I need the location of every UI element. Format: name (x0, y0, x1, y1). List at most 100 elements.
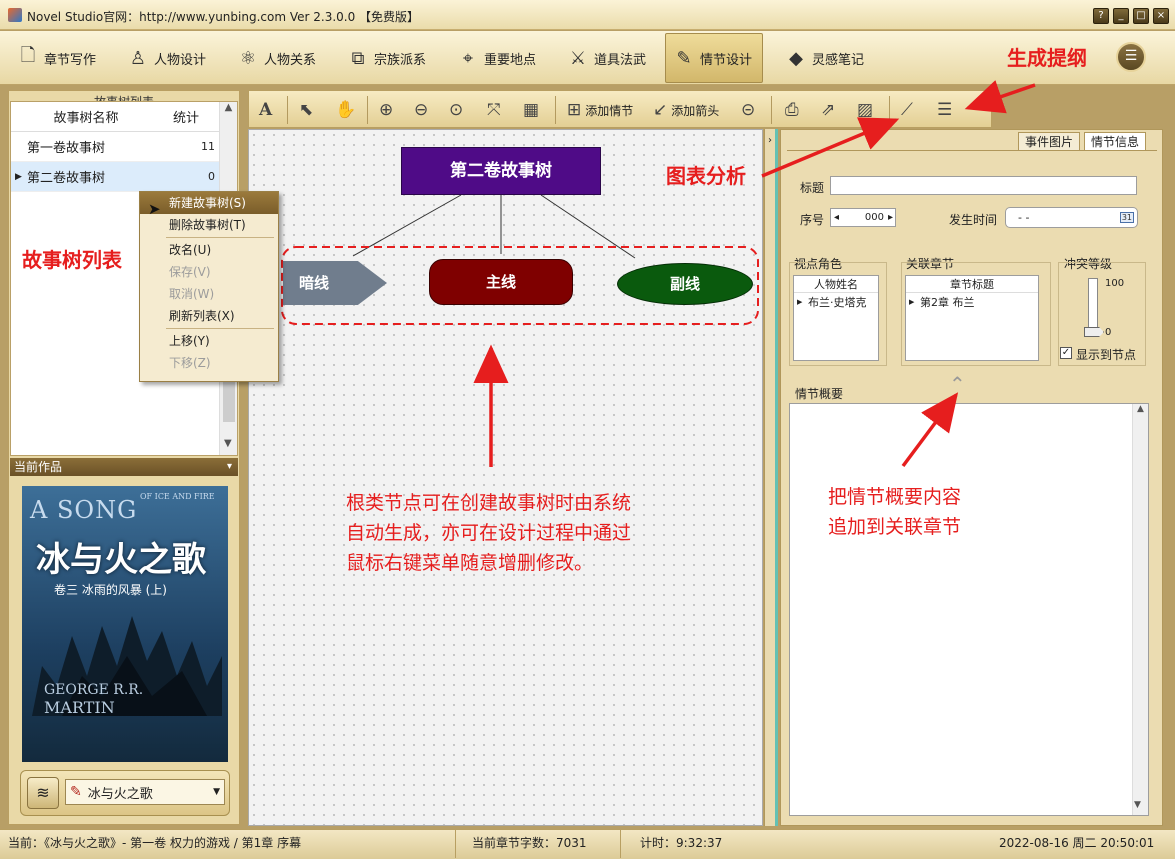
tree-name: 第一卷故事树 (27, 141, 106, 156)
add-arrow-button[interactable]: ↙ 添加箭头 (653, 96, 719, 124)
work-selector-bar: ≋ ✎ 冰与火之歌 ▼ (20, 770, 230, 816)
grid-button[interactable]: ▦ (523, 96, 539, 124)
menu-item-cancel[interactable]: 取消(W) (140, 283, 278, 305)
menu-character-design[interactable]: ♙ 人物设计 (120, 33, 214, 83)
title-bar: Novel Studio官网：http://www.yunbing.com Ve… (0, 0, 1175, 30)
restore-button[interactable]: □ (1133, 8, 1149, 24)
minimize-button[interactable]: _ (1113, 8, 1129, 24)
select-tool-button[interactable]: ⬉ (299, 96, 313, 124)
zoom-actual-icon: ⊙ (449, 100, 464, 120)
print-button[interactable]: ⎙ (785, 96, 799, 124)
design-canvas[interactable]: 第二卷故事树 暗线 主线 副线 (248, 129, 763, 826)
work-select[interactable]: ✎ 冰与火之歌 ▼ (65, 779, 225, 805)
help-button[interactable]: ? (1093, 8, 1109, 24)
main-menu: 🗋 章节写作 ♙ 人物设计 ⚛ 人物关系 ⧉ 宗族派系 ⌖ 重要地点 ⚔ 道具法武 ✎ 情节设… (0, 31, 1175, 85)
root-node[interactable]: 第二卷故事树 (401, 147, 601, 195)
toolbar-separator (287, 96, 288, 124)
menu-chapter-writing[interactable]: 🗋 章节写作 (10, 33, 104, 83)
zoom-out-button[interactable]: ⊖ (414, 96, 428, 124)
tree-name: 第二卷故事树 (27, 171, 106, 186)
menu-label: 人物设计 (154, 52, 207, 68)
tab-plot-info[interactable]: 情节信息 (1084, 132, 1147, 150)
diamond-icon: ◆ (789, 47, 803, 69)
increment-icon[interactable]: ▸ (888, 212, 893, 223)
seq-stepper[interactable]: ◂ 000 ▸ (830, 208, 896, 227)
work-select-value: 冰与火之歌 (87, 786, 153, 802)
list-item[interactable]: ▶ 布兰·史塔克 (794, 293, 878, 311)
menu-item-new-tree[interactable]: 新建故事树(S) (140, 192, 278, 214)
menu-clans[interactable]: ⧉ 宗族派系 (340, 33, 434, 83)
chevron-right-icon[interactable]: › (768, 135, 772, 146)
export-button[interactable]: ⇗ (821, 96, 835, 124)
tree-count: 11 (201, 140, 215, 153)
menu-item-move-up[interactable]: 上移(Y) (140, 330, 278, 352)
scroll-down-icon[interactable]: ▼ (224, 438, 232, 449)
table-header: 故事树名称 统计 (11, 102, 237, 132)
toolbar-separator (771, 96, 772, 124)
menu-label: 道具法武 (594, 52, 647, 68)
menu-item-rename[interactable]: 改名(U) (140, 239, 278, 261)
table-row[interactable]: ▶ 第二卷故事树 0 (11, 162, 237, 192)
scroll-up-icon[interactable]: ▲ (220, 102, 237, 113)
menu-label: 宗族派系 (374, 52, 427, 68)
cover-author2: MARTIN (44, 698, 115, 717)
menu-item-save[interactable]: 保存(V) (140, 261, 278, 283)
sub-line-node[interactable]: 副线 (617, 263, 753, 305)
image-button[interactable]: ▨ (857, 96, 873, 124)
chart-analysis-button[interactable]: ⟋ (901, 96, 913, 124)
menu-toggle-button[interactable]: ☰ (1116, 42, 1146, 72)
col-header-count[interactable]: 统计 (161, 107, 211, 126)
text-tool-button[interactable]: A (259, 96, 272, 124)
time-input[interactable]: - - 31 (1005, 207, 1138, 228)
menu-separator (166, 237, 274, 238)
export-icon: ⇗ (821, 100, 836, 120)
fit-button[interactable]: ⤧ (487, 96, 501, 124)
add-arrow-label: 添加箭头 (671, 103, 720, 118)
decrement-icon[interactable]: ◂ (834, 212, 839, 223)
menu-item-refresh[interactable]: 刷新列表(X) (140, 305, 278, 327)
scrollbar[interactable]: ▲ ▼ (1132, 404, 1148, 815)
zoom-actual-button[interactable]: ⊙ (449, 96, 463, 124)
delete-button[interactable]: ⊝ (741, 96, 755, 124)
calendar-icon[interactable]: 31 (1119, 212, 1134, 223)
menu-item-move-down[interactable]: 下移(Z) (140, 352, 278, 374)
chapter-col-header: 章节标题 (906, 276, 1038, 293)
status-word-count: 当前章节字数：7031 (472, 836, 587, 850)
time-label: 发生时间 (949, 213, 998, 227)
pan-tool-button[interactable]: ✋ (335, 96, 356, 124)
menu-items[interactable]: ⚔ 道具法武 (560, 33, 654, 83)
panel-splitter[interactable]: › (764, 129, 778, 826)
chapter-list[interactable]: 章节标题 ▶ 第2章 布兰 (905, 275, 1039, 361)
menu-item-delete-tree[interactable]: 删除故事树(T) (140, 214, 278, 236)
menu-locations[interactable]: ⌖ 重要地点 (450, 33, 544, 83)
person-icon: ♙ (129, 47, 147, 69)
menu-separator (166, 328, 274, 329)
list-item[interactable]: ▶ 第2章 布兰 (906, 293, 1038, 311)
show-node-checkbox[interactable]: ✓ (1060, 347, 1072, 359)
summary-textarea[interactable]: ▲ ▼ (789, 403, 1149, 816)
col-header-name[interactable]: 故事树名称 (11, 107, 161, 126)
scroll-down-icon[interactable]: ▼ (1134, 800, 1141, 810)
collapse-icon[interactable]: ▾ (227, 458, 232, 476)
menu-plot-design[interactable]: ✎ 情节设计 (665, 33, 763, 83)
title-input[interactable] (830, 176, 1137, 195)
layers-icon[interactable]: ≋ (27, 777, 59, 809)
pov-list[interactable]: 人物姓名 ▶ 布兰·史塔克 (793, 275, 879, 361)
menu-notes[interactable]: ◆ 灵感笔记 (778, 33, 872, 83)
menu-character-relations[interactable]: ⚛ 人物关系 (230, 33, 324, 83)
hand-icon: ✋ (335, 100, 357, 120)
table-row[interactable]: 第一卷故事树 11 (11, 132, 237, 162)
scroll-up-icon[interactable]: ▲ (1133, 404, 1148, 414)
main-line-node[interactable]: 主线 (429, 259, 573, 305)
menu-label: 重要地点 (484, 52, 537, 68)
tab-underline (787, 150, 1157, 151)
generate-outline-button[interactable]: ☰ (937, 96, 952, 124)
arrow-up-icon[interactable]: ⌃ (949, 372, 966, 396)
zoom-in-button[interactable]: ⊕ (379, 96, 393, 124)
tab-event-image[interactable]: 事件图片 (1018, 132, 1081, 150)
app-logo-icon (8, 8, 22, 22)
context-menu: 新建故事树(S) 删除故事树(T) 改名(U) 保存(V) 取消(W) 刷新列表… (139, 191, 279, 382)
summary-label: 情节概要 (795, 387, 844, 401)
add-plot-button[interactable]: ⊞ 添加情节 (567, 96, 633, 124)
close-button[interactable]: × (1153, 8, 1169, 24)
